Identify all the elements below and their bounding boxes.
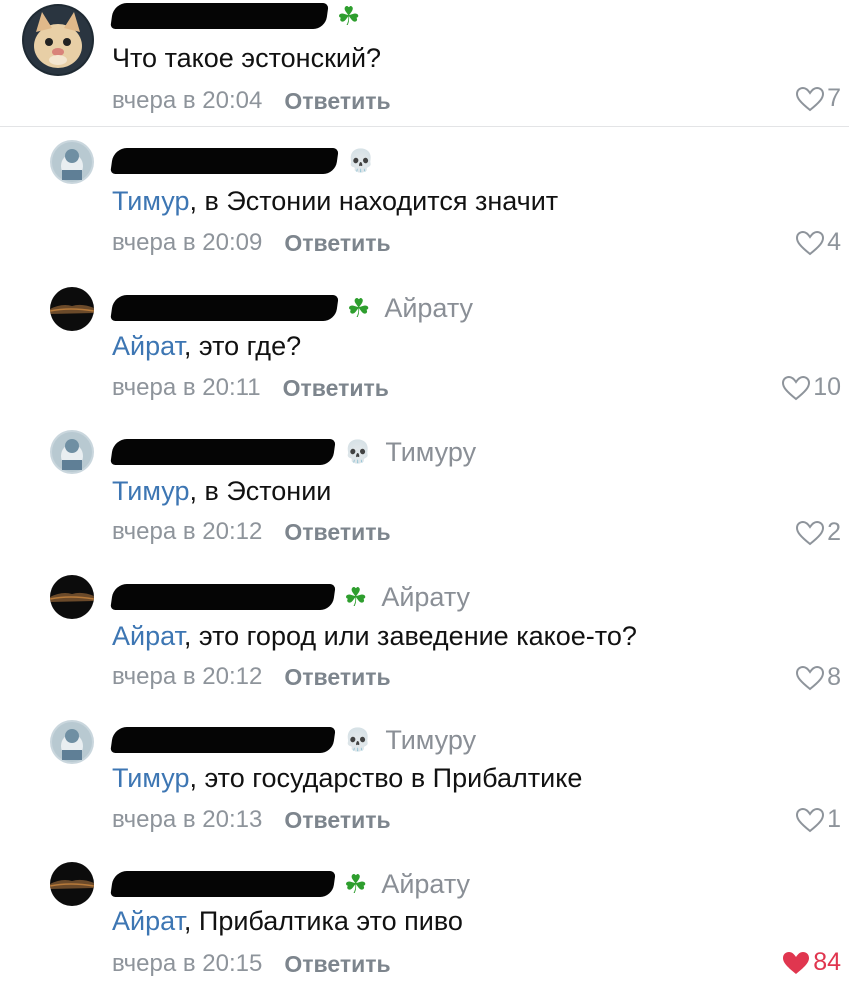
comment-text: Айрат, это где? xyxy=(112,331,302,361)
redacted-author-name[interactable] xyxy=(110,148,339,174)
mention-link[interactable]: Айрат xyxy=(112,331,184,361)
avatar-timur[interactable] xyxy=(50,140,94,184)
comment-text: Тимур, в Эстонии xyxy=(112,476,332,506)
comment: ☘ Айрату Айрат, это где? вчера в 20:11 О… xyxy=(0,273,849,418)
comment-timestamp: вчера в 20:11 xyxy=(112,374,261,401)
avatar-airat[interactable] xyxy=(50,575,94,619)
mention-link[interactable]: Айрат xyxy=(112,906,184,936)
timur-avatar-icon xyxy=(50,430,94,474)
heart-outline-icon xyxy=(796,665,825,690)
avatar-timur[interactable] xyxy=(50,720,94,764)
comment-text: Что такое эстонский? xyxy=(112,43,382,73)
comment-text: Айрат, это город или заведение какое-то? xyxy=(112,621,637,651)
skull-icon: 💀 xyxy=(344,727,372,752)
like-count: 4 xyxy=(827,228,841,256)
reply-to-label[interactable]: Тимуру xyxy=(385,725,476,756)
comment-text: Тимур, это государство в Прибалтике xyxy=(112,763,583,793)
redacted-author-name[interactable] xyxy=(110,3,329,29)
like-count: 2 xyxy=(827,518,841,546)
like-count: 84 xyxy=(813,948,841,976)
redacted-author-name[interactable] xyxy=(110,727,336,753)
clover-icon: ☘ xyxy=(347,293,371,323)
reply-button[interactable]: Ответить xyxy=(284,519,390,546)
avatar-timur[interactable] xyxy=(50,430,94,474)
like-button[interactable]: 8 xyxy=(795,663,841,692)
comment: 💀 Тимуру Тимур, в Эстонии вчера в 20:12 … xyxy=(0,418,849,563)
airat-avatar-icon xyxy=(50,287,94,331)
avatar-cat[interactable] xyxy=(22,4,94,76)
reply-button[interactable]: Ответить xyxy=(284,230,390,257)
redacted-author-name[interactable] xyxy=(110,584,336,610)
mention-link[interactable]: Тимур xyxy=(112,476,189,506)
comment-timestamp: вчера в 20:04 xyxy=(112,87,263,114)
mention-link[interactable]: Айрат xyxy=(112,621,184,651)
reply-button[interactable]: Ответить xyxy=(284,88,390,115)
avatar-airat[interactable] xyxy=(50,862,94,906)
comment: ☘ Айрату Айрат, Прибалтика это пиво вчер… xyxy=(0,853,849,1001)
reply-to-label[interactable]: Айрату xyxy=(381,869,470,900)
like-button[interactable]: 2 xyxy=(795,518,841,547)
clover-icon: ☘ xyxy=(344,582,368,612)
redacted-author-name[interactable] xyxy=(110,295,339,321)
heart-outline-icon xyxy=(796,807,825,832)
comment: ☘ Что такое эстонский? вчера в 20:04 Отв… xyxy=(0,0,849,128)
reply-to-label[interactable]: Айрату xyxy=(381,582,470,613)
skull-icon: 💀 xyxy=(344,439,372,464)
clover-icon: ☘ xyxy=(337,1,361,31)
clover-icon: ☘ xyxy=(344,869,368,899)
reply-button[interactable]: Ответить xyxy=(284,664,390,691)
cat-avatar-icon xyxy=(22,4,94,76)
redacted-author-name[interactable] xyxy=(110,871,336,897)
airat-avatar-icon xyxy=(50,575,94,619)
heart-filled-icon xyxy=(783,951,810,974)
like-button[interactable]: 7 xyxy=(795,84,841,113)
like-count: 1 xyxy=(827,805,841,833)
comment-timestamp: вчера в 20:15 xyxy=(112,950,263,977)
heart-outline-icon xyxy=(796,230,825,255)
reply-button[interactable]: Ответить xyxy=(284,807,390,834)
heart-outline-icon xyxy=(796,86,825,111)
timur-avatar-icon xyxy=(50,140,94,184)
skull-icon: 💀 xyxy=(347,148,375,173)
mention-link[interactable]: Тимур xyxy=(112,763,189,793)
reply-button[interactable]: Ответить xyxy=(283,375,389,402)
comment-timestamp: вчера в 20:13 xyxy=(112,806,263,833)
airat-avatar-icon xyxy=(50,862,94,906)
divider xyxy=(0,126,849,127)
like-count: 8 xyxy=(827,663,841,691)
reply-to-label[interactable]: Тимуру xyxy=(385,437,476,468)
like-button[interactable]: 4 xyxy=(795,228,841,257)
like-count: 10 xyxy=(813,373,841,401)
like-count: 7 xyxy=(827,84,841,112)
comment: 💀 Тимур, в Эстонии находится значит вчер… xyxy=(0,128,849,273)
comment: 💀 Тимуру Тимур, это государство в Прибал… xyxy=(0,708,849,853)
comment-timestamp: вчера в 20:12 xyxy=(112,663,263,690)
reply-button[interactable]: Ответить xyxy=(284,951,390,978)
mention-link[interactable]: Тимур xyxy=(112,186,189,216)
heart-outline-icon xyxy=(796,520,825,545)
comment-timestamp: вчера в 20:12 xyxy=(112,518,263,545)
comment-text: Тимур, в Эстонии находится значит xyxy=(112,186,559,216)
reply-to-label[interactable]: Айрату xyxy=(384,293,473,324)
like-button[interactable]: 1 xyxy=(795,805,841,834)
comment-text: Айрат, Прибалтика это пиво xyxy=(112,906,463,936)
comment-timestamp: вчера в 20:09 xyxy=(112,229,263,256)
comment: ☘ Айрату Айрат, это город или заведение … xyxy=(0,563,849,708)
like-button[interactable]: 10 xyxy=(781,373,841,402)
heart-outline-icon xyxy=(782,375,811,400)
redacted-author-name[interactable] xyxy=(110,439,336,465)
avatar-airat[interactable] xyxy=(50,287,94,331)
timur-avatar-icon xyxy=(50,720,94,764)
like-button-active[interactable]: 84 xyxy=(781,948,841,977)
